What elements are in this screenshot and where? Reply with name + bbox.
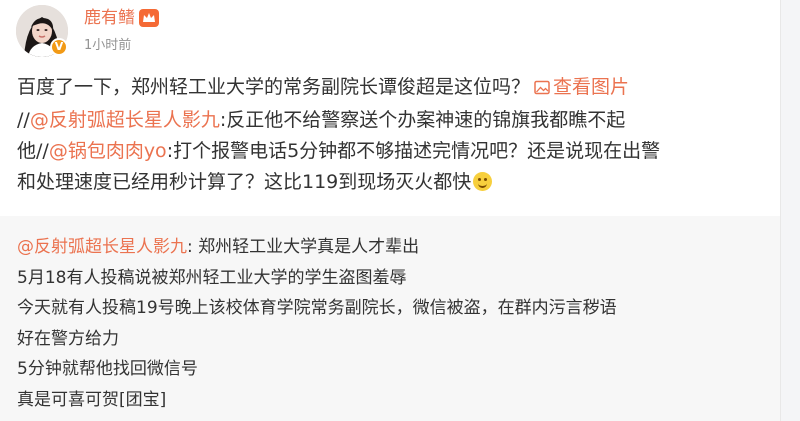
mention-link[interactable]: @反射弧超长星人影九	[30, 109, 220, 131]
page-background-edge	[780, 0, 800, 421]
content-text: :反正他不给警察送个办案神速的锦旗我都瞧不起	[219, 109, 626, 131]
repost-line: 今天就有人投稿19号晚上该校体育学院常务副院长，微信被盗，在群内污言秽语	[17, 298, 617, 318]
repost-line: 5分钟就帮他找回微信号	[17, 359, 198, 379]
content-text: 百度了一下，郑州轻工业大学的常务副院长谭俊超是这位吗？	[17, 76, 531, 98]
content-line-2: //@反射弧超长星人影九:反正他不给警察送个办案神速的锦旗我都瞧不起	[17, 105, 772, 136]
content-text: 他//	[17, 140, 49, 162]
member-crown-icon	[139, 9, 159, 27]
repost-text: @反射弧超长星人影九: 郑州轻工业大学真是人才辈出 5月18有人投稿说被郑州轻工…	[17, 232, 767, 415]
content-line-3: 他//@锅包肉肉yo:打个报警电话5分钟都不够描述完情况吧？还是说现在出警	[17, 136, 772, 167]
repost-line: @反射弧超长星人影九: 郑州轻工业大学真是人才辈出	[17, 232, 767, 263]
content-text: :打个报警电话5分钟都不够描述完情况吧？还是说现在出警	[166, 140, 661, 162]
image-icon	[534, 74, 550, 105]
verified-badge-icon: V	[50, 38, 68, 56]
reposted-content[interactable]: @反射弧超长星人影九: 郑州轻工业大学真是人才辈出 5月18有人投稿说被郑州轻工…	[0, 216, 780, 421]
repost-author-link[interactable]: @反射弧超长星人影九	[17, 237, 187, 257]
view-image-label[interactable]: 查看图片	[553, 76, 629, 98]
post-content: 百度了一下，郑州轻工业大学的常务副院长谭俊超是这位吗？ 查看图片 //@反射弧超长…	[17, 72, 772, 198]
author-name-text[interactable]: 鹿有鳍	[84, 7, 135, 29]
smile-emoji-icon	[473, 172, 493, 191]
mention-link[interactable]: @锅包肉肉yo	[49, 140, 167, 162]
repost-line: 好在警方给力	[17, 328, 119, 349]
repost-line: 5月18有人投稿说被郑州轻工业大学的学生盗图羞辱	[17, 267, 407, 288]
content-line-4: 和处理速度已经用秒计算了？这比119到现场灭火都快	[17, 167, 772, 198]
repost-line: 真是可喜可贺[团宝]	[17, 389, 167, 410]
repost-line-text: : 郑州轻工业大学真是人才辈出	[187, 237, 420, 257]
author-name[interactable]: 鹿有鳍	[84, 7, 159, 29]
content-text: 和处理速度已经用秒计算了？这比119到现场灭火都快	[17, 171, 472, 193]
content-line-1: 百度了一下，郑州轻工业大学的常务副院长谭俊超是这位吗？ 查看图片	[17, 72, 772, 105]
view-image-link[interactable]: 查看图片	[530, 76, 629, 98]
repost-separator: //	[17, 109, 30, 131]
post-time[interactable]: 1小时前	[84, 34, 131, 53]
weibo-post: V 鹿有鳍 1小时前 百度了一下，郑州轻工业大学的常务副院长谭俊超是这位吗？ 查看…	[0, 0, 780, 421]
